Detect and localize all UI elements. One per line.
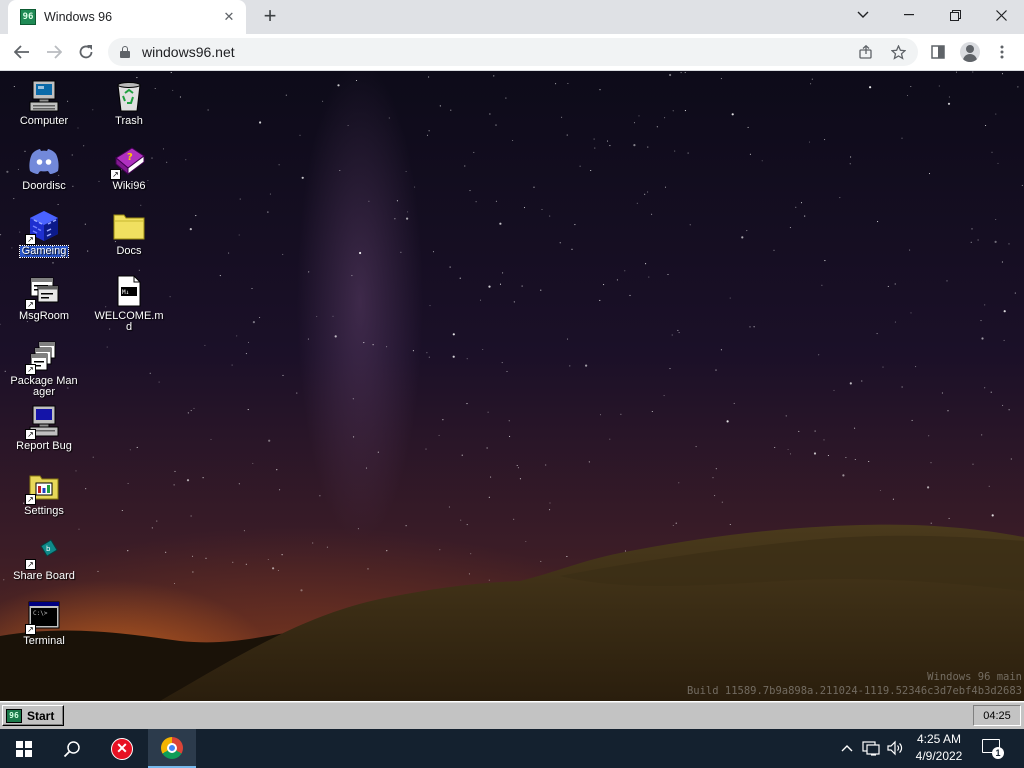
chat-icon: ↗ [25, 274, 61, 310]
close-icon[interactable] [978, 0, 1024, 30]
discord-icon [27, 144, 61, 178]
svg-text:?: ? [127, 152, 133, 163]
profile-avatar-icon[interactable] [956, 38, 984, 66]
desktop-icon-docs[interactable]: Docs [92, 209, 166, 257]
windows96-favicon-icon: 96 [20, 9, 36, 25]
w96-taskbar: 96 Start 04:25 [0, 701, 1024, 729]
desktop-icon-wiki96[interactable]: ? ↗ Wiki96 [92, 144, 166, 192]
notification-center-icon[interactable]: 1 [980, 737, 1004, 759]
icon-label: Terminal [23, 635, 65, 647]
clock-time: 4:25 AM [916, 732, 962, 746]
desktop-icon-package-manager[interactable]: ↗ Package Manager [7, 339, 81, 398]
icon-label: Trash [115, 115, 143, 127]
lock-icon[interactable] [120, 46, 130, 58]
shortcut-arrow-icon: ↗ [25, 559, 36, 570]
shortcut-arrow-icon: ↗ [25, 624, 36, 635]
package-icon: ↗ [25, 339, 61, 375]
forward-icon[interactable] [40, 38, 68, 66]
volume-icon[interactable] [886, 739, 904, 757]
side-panel-icon[interactable] [924, 38, 952, 66]
desktop-icon-computer[interactable]: Computer [7, 79, 81, 127]
icon-label: Gameing [18, 245, 70, 258]
notification-badge: 1 [992, 747, 1004, 759]
desktop-icon-welcome-md[interactable]: M↓ WELCOME.md [92, 274, 166, 333]
icon-label: Share Board [13, 570, 75, 582]
share-board-icon: b ↗ [25, 534, 61, 570]
desktop-icon-report-bug[interactable]: ↗ Report Bug [7, 404, 81, 452]
restore-icon[interactable] [932, 0, 978, 30]
tab-search-icon[interactable] [840, 0, 886, 30]
network-icon[interactable] [862, 739, 880, 757]
show-hidden-icons-icon[interactable] [838, 739, 856, 757]
shortcut-arrow-icon: ↗ [25, 299, 36, 310]
w96-clock[interactable]: 04:25 [973, 705, 1021, 726]
browser-tab[interactable]: 96 Windows 96 ✕ [8, 0, 246, 34]
recycle-bin-icon [112, 79, 146, 113]
book-icon: ? ↗ [110, 144, 146, 180]
computer-icon [27, 79, 61, 113]
windows-taskbar: ✕ 4:25 AM 4/9/2022 1 [0, 729, 1024, 768]
icon-label: Settings [24, 505, 64, 517]
browser-toolbar: windows96.net [0, 34, 1024, 71]
terminal-icon: C:\> ↗ [25, 599, 61, 635]
shortcut-arrow-icon: ↗ [110, 169, 121, 180]
icon-label: Wiki96 [112, 180, 146, 192]
tab-strip: 96 Windows 96 ✕ + [0, 0, 1024, 34]
game-cube-icon: ↗ [25, 209, 61, 245]
icon-label: Doordisc [22, 180, 66, 192]
watermark-line1: Windows 96 main [927, 671, 1022, 683]
start-label: Start [27, 708, 55, 723]
minimize-icon[interactable] [886, 0, 932, 30]
red-x-app-icon[interactable]: ✕ [98, 729, 146, 768]
reload-icon[interactable] [72, 38, 100, 66]
shortcut-arrow-icon: ↗ [25, 234, 36, 245]
svg-text:C:\>: C:\> [33, 610, 48, 617]
settings-icon: ↗ [25, 469, 61, 505]
svg-text:M↓: M↓ [122, 289, 129, 296]
desktop[interactable]: Windows 96 main Build 11589.7b9a898a.211… [0, 71, 1024, 701]
clock-date: 4/9/2022 [915, 749, 963, 763]
watermark-line2: Build 11589.7b9a898a.211024-1119.52346c3… [686, 685, 1022, 697]
folder-icon [112, 209, 146, 243]
build-watermark: Windows 96 main Build 11589.7b9a898a.211… [687, 670, 1022, 698]
tab-title: Windows 96 [44, 10, 113, 24]
new-tab-button[interactable]: + [258, 5, 282, 28]
url-text: windows96.net [142, 44, 235, 60]
icon-label: Computer [19, 115, 69, 127]
back-icon[interactable] [8, 38, 36, 66]
desktop-icon-msgroom[interactable]: ↗ MsgRoom [7, 274, 81, 322]
desktop-icon-share-board[interactable]: b ↗ Share Board [7, 534, 81, 582]
bug-report-icon: ↗ [25, 404, 61, 440]
desktop-icon-gameing[interactable]: ↗ Gameing [7, 209, 81, 258]
desktop-icon-settings[interactable]: ↗ Settings [7, 469, 81, 517]
icon-label: WELCOME.md [94, 310, 164, 333]
system-clock[interactable]: 4:25 AM 4/9/2022 [906, 731, 972, 765]
icon-label: Package Manager [10, 375, 78, 398]
desktop-icon-terminal[interactable]: C:\> ↗ Terminal [7, 599, 81, 647]
desktop-icon-doordisc[interactable]: Doordisc [7, 144, 81, 192]
windows-start-icon[interactable] [0, 729, 48, 768]
markdown-file-icon: M↓ [112, 274, 146, 308]
chrome-taskbar-icon[interactable] [148, 729, 196, 768]
search-icon[interactable] [48, 729, 96, 768]
share-icon[interactable] [858, 44, 874, 60]
icon-label: Docs [116, 245, 142, 257]
menu-kebab-icon[interactable] [988, 38, 1016, 66]
icon-label: MsgRoom [18, 310, 70, 322]
icon-label: Report Bug [16, 440, 72, 452]
svg-text:b: b [46, 545, 51, 553]
windows96-logo-icon: 96 [6, 708, 22, 723]
tab-close-icon[interactable]: ✕ [220, 8, 238, 26]
shortcut-arrow-icon: ↗ [25, 364, 36, 375]
shortcut-arrow-icon: ↗ [25, 494, 36, 505]
address-bar[interactable]: windows96.net [108, 38, 918, 66]
desktop-icon-trash[interactable]: Trash [92, 79, 166, 127]
bookmark-star-icon[interactable] [890, 44, 906, 60]
shortcut-arrow-icon: ↗ [25, 429, 36, 440]
start-button[interactable]: 96 Start [2, 705, 64, 726]
